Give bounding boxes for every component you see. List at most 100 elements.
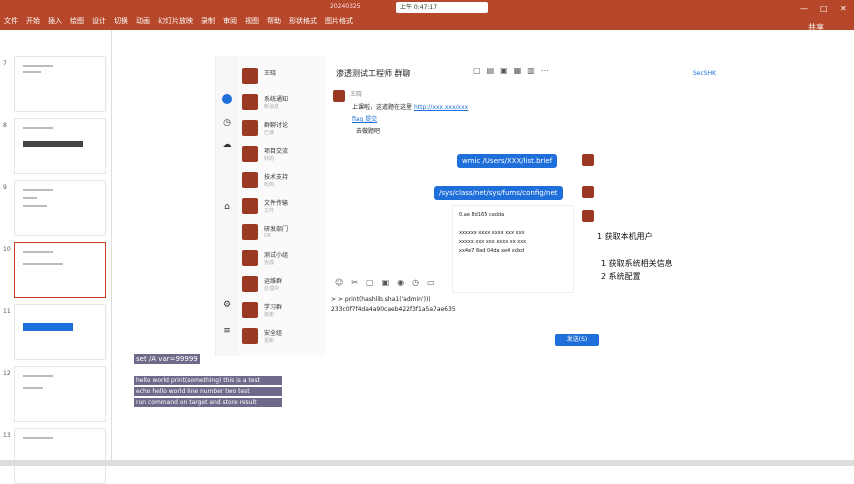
slide-text[interactable]: 1 获取系统相关信息 (601, 258, 673, 269)
send-button[interactable]: 发送(S) (555, 334, 599, 346)
avatar (242, 198, 258, 214)
avatar (242, 146, 258, 162)
slide-number: 7 (3, 60, 7, 67)
slide-thumb[interactable] (14, 118, 106, 174)
avatar (242, 250, 258, 266)
slide-thumb[interactable] (14, 304, 106, 360)
message-note: 去做题吧 (356, 128, 381, 135)
chat-name: 群聊讨论 (264, 122, 289, 129)
ribbon-tab[interactable]: 审阅 (223, 16, 237, 26)
slide-panel[interactable]: 7 8 9 10 11 12 13 (0, 30, 112, 484)
file-card[interactable]: 0.ae 8d165 cadda xxxxxx xxxx xxxx xxx xx… (452, 205, 574, 293)
slide-number: 13 (3, 432, 11, 439)
ribbon-tab[interactable]: 开始 (26, 16, 40, 26)
image-icon[interactable]: ▣ (382, 278, 390, 287)
input-text[interactable]: > > print(hashlib.sha1('admin'))) (331, 296, 431, 303)
chat-list-item[interactable]: 测试小组 完成 (242, 246, 322, 270)
chat-preview: 收到 (264, 182, 275, 188)
chat-name: 学习群 (264, 304, 283, 311)
chat-name: 文件传输 (264, 200, 289, 207)
more-icon[interactable]: ⋯ (541, 66, 549, 75)
folder-icon[interactable]: ▢ (473, 66, 481, 75)
slide-number: 8 (3, 122, 7, 129)
mic-icon[interactable]: ◉ (397, 278, 404, 287)
avatar (242, 302, 258, 318)
chat-preview: OK (264, 233, 272, 239)
chat-name: 王晓 (264, 70, 277, 77)
slide-thumb[interactable] (14, 428, 106, 484)
card-line: xxxxx xxx xxx xxxx xx xxx (459, 239, 527, 245)
ribbon-tab[interactable]: 录制 (201, 16, 215, 26)
home-icon[interactable]: ⌂ (222, 202, 232, 212)
slide-text[interactable]: 1 获取本机用户 (597, 231, 653, 242)
slide-thumb[interactable] (14, 180, 106, 236)
ribbon-tab[interactable]: 插入 (48, 16, 62, 26)
slide-number: 12 (3, 370, 11, 377)
image-icon[interactable]: ▣ (500, 66, 508, 75)
avatar (242, 224, 258, 240)
minimize-icon[interactable]: — (800, 4, 808, 13)
chat-name: 测试小组 (264, 252, 289, 259)
chat-title: 渗透测试工程师 群聊 (336, 69, 411, 78)
code-block[interactable]: hello world print(something) this is a t… (134, 376, 282, 409)
emoji-icon[interactable]: ☺ (335, 278, 343, 287)
chat-list-item[interactable]: 运维群 处理中 (242, 272, 322, 296)
slide-thumb[interactable] (14, 366, 106, 422)
ribbon-tab[interactable]: 图片格式 (325, 16, 353, 26)
close-icon[interactable]: ✕ (840, 4, 847, 13)
input-text[interactable]: 233c0f7f4da4a90caeb422f3f1a5a7ae635 (331, 306, 456, 313)
chat-list-item[interactable]: 技术支持 收到 (242, 168, 322, 192)
chat-sidebar: ◷ ☁ ⌂ ⚙ ≡ (216, 56, 238, 356)
maximize-icon[interactable]: □ (820, 4, 828, 13)
clock-icon[interactable]: ◷ (222, 118, 232, 128)
slide-thumb[interactable] (14, 56, 106, 112)
history-icon[interactable]: ◷ (412, 278, 419, 287)
ribbon-tab[interactable]: 文件 (4, 16, 18, 26)
chat-list-item[interactable]: 王晓 (242, 64, 322, 88)
chat-icon[interactable] (222, 94, 232, 104)
card-title: 0.ae 8d165 cadda (459, 212, 505, 218)
card-line: xx4e7 8ad 04da xe4 xdxd (459, 248, 525, 254)
status-bar (0, 460, 854, 466)
cloud-icon[interactable]: ☁ (222, 140, 232, 150)
ribbon-tab[interactable]: 设计 (92, 16, 106, 26)
ribbon-tab[interactable]: 动画 (136, 16, 150, 26)
sender-name: 王晓 (350, 91, 363, 98)
slide-text[interactable]: 2 系统配置 (601, 271, 641, 282)
ribbon: 20240325 上午 0:47:17 文件 开始 插入 绘图 设计 切换 动画 幻灯片放映录… (0, 0, 854, 32)
chat-list-item[interactable]: 群聊讨论 已读 (242, 116, 322, 140)
message-link[interactable]: http://xxx.xxx/xxx (414, 104, 468, 111)
title-box[interactable]: 上午 0:47:17 (396, 2, 488, 13)
slide-thumb-selected[interactable] (14, 242, 106, 298)
chat-list-item[interactable]: 项目交流 好的 (242, 142, 322, 166)
folder-icon[interactable]: ▢ (366, 278, 374, 287)
code-header[interactable]: set /A var=99999 (134, 354, 200, 364)
avatar (582, 154, 594, 166)
menu-icon[interactable]: ≡ (222, 326, 232, 336)
calendar-icon[interactable]: ▥ (527, 66, 535, 75)
video-icon[interactable]: ▭ (427, 278, 435, 287)
settings-icon[interactable]: ⚙ (222, 300, 232, 310)
chat-list-item[interactable]: 学习群 谢谢 (242, 298, 322, 322)
ribbon-tabs: 文件 开始 插入 绘图 设计 切换 动画 幻灯片放映 录制 审阅 视图 帮助 形状格式 图片格式 (4, 16, 353, 26)
chat-list-item[interactable]: 安全组 更新 (242, 324, 322, 348)
gallery-icon[interactable]: ▦ (514, 66, 522, 75)
message-body: 上课啦，这道题在这里 (352, 104, 413, 111)
chat-name: 系统通知 (264, 96, 289, 103)
ribbon-tab[interactable]: 切换 (114, 16, 128, 26)
message-link-2[interactable]: flag 提交 (352, 114, 377, 123)
chat-list-item[interactable]: 文件传输 文件 (242, 194, 322, 218)
chat-list-item[interactable]: 系统通知 新消息 (242, 90, 322, 114)
chat-list: 王晓 系统通知 新消息 群聊讨论 已读 项目交流 好的 技术支持 收到 文件传输 文件 研发部门 OK 测… (238, 56, 326, 356)
avatar (582, 210, 594, 222)
file-icon[interactable]: ▤ (487, 66, 495, 75)
chat-name: 安全组 (264, 330, 283, 337)
ribbon-tab[interactable]: 帮助 (267, 16, 281, 26)
scissors-icon[interactable]: ✂ (351, 278, 358, 287)
ribbon-tab[interactable]: 视图 (245, 16, 259, 26)
chat-list-item[interactable]: 研发部门 OK (242, 220, 322, 244)
ribbon-tab[interactable]: 幻灯片放映 (158, 16, 193, 26)
chat-preview: 更新 (264, 338, 275, 344)
ribbon-tab[interactable]: 绘图 (70, 16, 84, 26)
ribbon-tab[interactable]: 形状格式 (289, 16, 317, 26)
